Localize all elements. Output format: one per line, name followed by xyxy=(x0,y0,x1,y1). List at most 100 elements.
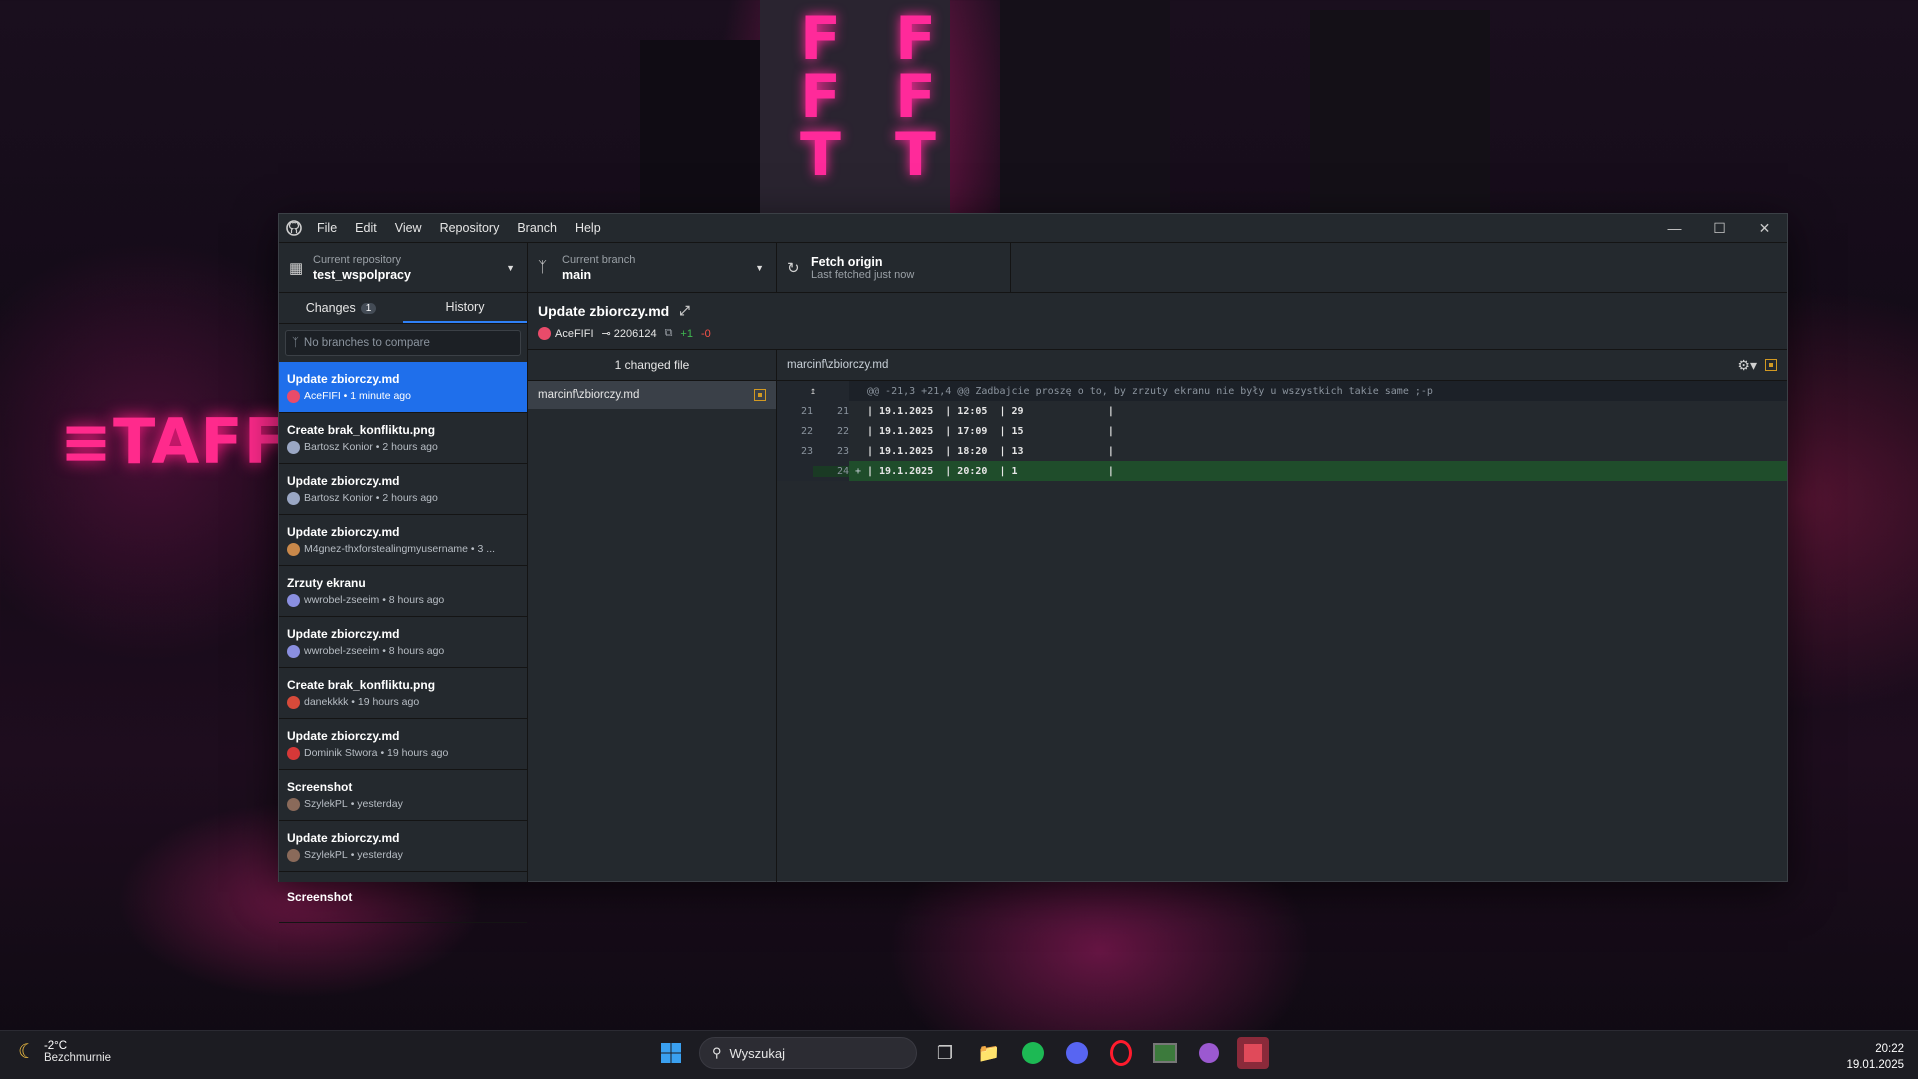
tab-changes[interactable]: Changes 1 xyxy=(279,293,403,323)
commit-item-title: Zrzuty ekranu xyxy=(287,575,366,590)
maximize-icon[interactable]: ☐ xyxy=(1697,214,1742,242)
menu-edit[interactable]: Edit xyxy=(355,221,377,235)
avatar xyxy=(287,491,300,505)
commit-item-title: Screenshot xyxy=(287,779,353,794)
snipping-tool-icon[interactable] xyxy=(1237,1037,1269,1069)
separator: • xyxy=(347,798,358,810)
repo-label: Current repository xyxy=(313,253,402,266)
expand-icon[interactable]: ⤢ xyxy=(679,303,689,319)
commit-item[interactable]: Zrzuty ekranu wwrobel-zseeim • 8 hours ag… xyxy=(279,566,527,617)
new-line-number: 22 xyxy=(836,425,849,437)
diff-file-path: marcinf\zbiorczy.md xyxy=(787,359,889,371)
commit-header: Update zbiorczy.md ⤢ AceFIFI ⊸ 2206124 ⧉… xyxy=(528,293,1787,350)
file-item[interactable]: marcinf\zbiorczy.md xyxy=(528,381,776,409)
opera-icon[interactable] xyxy=(1105,1037,1137,1069)
github-desktop-window: File Edit View Repository Branch Help — … xyxy=(278,213,1788,923)
separator: • xyxy=(372,492,383,504)
separator: • xyxy=(379,594,389,606)
commit-item-author: Bartosz Konior xyxy=(304,441,373,453)
spotify-icon[interactable] xyxy=(1017,1037,1049,1069)
current-branch-button[interactable]: ᛉ Current branch main ▼ xyxy=(528,243,777,292)
commit-item-time: 19 hours ago xyxy=(387,747,449,759)
branch-label: Current branch xyxy=(562,253,636,266)
system-monitor-icon[interactable] xyxy=(1149,1037,1181,1069)
diff-sign: + xyxy=(854,465,862,477)
toolbar: ▦ Current repository test_wspolpracy ▼ ᛉ… xyxy=(279,242,1787,293)
commit-item[interactable]: Update zbiorczy.md Dominik Stwora • 19 ho… xyxy=(279,719,527,770)
current-repository-button[interactable]: ▦ Current repository test_wspolpracy ▼ xyxy=(279,243,528,292)
branch-name: main xyxy=(562,267,592,282)
separator: • xyxy=(379,645,389,657)
commit-item[interactable]: Update zbiorczy.md wwrobel-zseeim • 8 hou… xyxy=(279,617,527,668)
avatar xyxy=(287,440,300,454)
expand-up-icon[interactable]: ↥ xyxy=(777,386,849,397)
close-icon[interactable]: ✕ xyxy=(1742,214,1787,242)
file-explorer-icon[interactable]: 📁 xyxy=(973,1037,1005,1069)
commit-item-title: Create brak_konfliktu.png xyxy=(287,422,436,437)
menu-help[interactable]: Help xyxy=(575,221,601,235)
changes-count-badge: 1 xyxy=(360,302,377,314)
minimize-icon[interactable]: — xyxy=(1652,214,1697,242)
new-line-number: 23 xyxy=(836,445,849,457)
windows-start-icon[interactable] xyxy=(655,1037,687,1069)
old-line-number: 22 xyxy=(800,425,813,437)
commit-item-time: 8 hours ago xyxy=(388,645,445,657)
branch-compare-input[interactable]: ᛉ No branches to compare xyxy=(285,330,521,356)
commit-item[interactable]: Screenshot xyxy=(279,872,527,923)
menu-view[interactable]: View xyxy=(395,221,422,235)
sync-icon: ↻ xyxy=(787,259,800,277)
separator: • xyxy=(372,441,383,453)
commit-item-title: Update zbiorczy.md xyxy=(287,524,400,539)
commit-item-time: 8 hours ago xyxy=(388,594,445,606)
commit-list: Update zbiorczy.md AceFIFI • 1 minute ago… xyxy=(279,362,527,923)
commit-item-author: wwrobel-zseeim xyxy=(304,594,380,606)
background-neon-sign: FFT xyxy=(895,4,936,190)
commit-item[interactable]: Update zbiorczy.md Bartosz Konior • 2 hou… xyxy=(279,464,527,515)
background-building xyxy=(1310,10,1490,230)
commit-item-time: 1 minute ago xyxy=(350,390,411,402)
tab-history[interactable]: History xyxy=(403,293,527,323)
background-neon-sign: FFT xyxy=(800,4,841,190)
gear-icon[interactable]: ⚙▾ xyxy=(1737,357,1757,374)
commit-item[interactable]: Update zbiorczy.md AceFIFI • 1 minute ago xyxy=(279,362,527,413)
file-item-name: marcinf\zbiorczy.md xyxy=(538,389,640,401)
taskbar-search-input[interactable]: ⚲ Wyszukaj xyxy=(699,1037,917,1069)
commit-item[interactable]: Update zbiorczy.md SzylekPL • yesterday xyxy=(279,821,527,872)
weather-desc: Bezchmurnie xyxy=(43,1051,112,1064)
commit-item-time: 3 ... xyxy=(477,543,496,555)
commit-item[interactable]: Create brak_konfliktu.png danekkkk • 19 h… xyxy=(279,668,527,719)
github-desktop-icon[interactable] xyxy=(1193,1037,1225,1069)
commit-item[interactable]: Create brak_konfliktu.png Bartosz Konior … xyxy=(279,413,527,464)
chevron-down-icon: ▼ xyxy=(506,263,515,273)
commit-item[interactable]: Update zbiorczy.md M4gnez-thxforstealingm… xyxy=(279,515,527,566)
fetch-origin-button[interactable]: ↻ Fetch origin Last fetched just now xyxy=(777,243,1011,292)
clock[interactable]: 20:22 19.01.2025 xyxy=(1846,1041,1904,1073)
changed-files-panel: 1 changed file marcinf\zbiorczy.md xyxy=(528,350,777,882)
menu-file[interactable]: File xyxy=(317,221,337,235)
avatar xyxy=(538,327,551,340)
sidebar: Changes 1 History ᛉ No branches to compa… xyxy=(279,293,528,923)
weather-widget[interactable]: ☾ -2°C Bezchmurnie xyxy=(18,1039,111,1064)
menu-branch[interactable]: Branch xyxy=(517,221,557,235)
commit-sha: 2206124 xyxy=(613,327,657,340)
background-building xyxy=(1000,0,1170,230)
commit-item[interactable]: Screenshot SzylekPL • yesterday xyxy=(279,770,527,821)
commit-item-author: danekkkk xyxy=(304,696,349,708)
diff-lines: 21 21 | 19.1.2025 | 12:05 | 29 | 22 22 | 19.1… xyxy=(777,401,1787,481)
diff-line: 22 22 | 19.1.2025 | 17:09 | 15 | xyxy=(777,421,1787,441)
commit-item-author: M4gnez-thxforstealingmyusername xyxy=(304,543,468,555)
commit-item-time: 19 hours ago xyxy=(357,696,420,708)
copy-icon[interactable]: ⧉ xyxy=(665,327,673,340)
discord-icon[interactable] xyxy=(1061,1037,1093,1069)
background-building xyxy=(640,40,760,230)
separator: • xyxy=(348,696,358,708)
github-logo-icon xyxy=(279,220,309,236)
task-view-icon[interactable]: ❐ xyxy=(929,1037,961,1069)
diff-code: | 19.1.2025 | 18:20 | 13 | xyxy=(867,445,1114,457)
compare-placeholder: No branches to compare xyxy=(303,337,430,349)
avatar xyxy=(287,593,300,607)
old-line-number: 23 xyxy=(800,445,813,457)
diff-line: 23 23 | 19.1.2025 | 18:20 | 13 | xyxy=(777,441,1787,461)
menu-repository[interactable]: Repository xyxy=(440,221,500,235)
commit-item-author: SzylekPL xyxy=(304,849,348,861)
